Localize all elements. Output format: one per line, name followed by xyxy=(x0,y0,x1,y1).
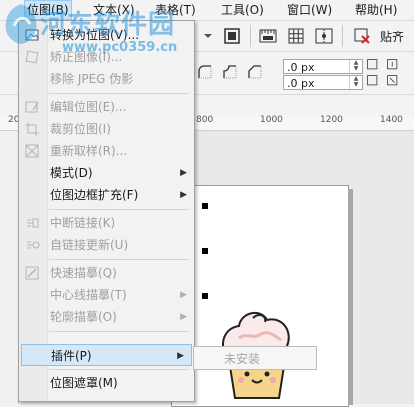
offset-y-value: .0 px xyxy=(287,77,315,90)
watermark-title: 河东软件园 xyxy=(40,10,176,40)
no-snap-icon[interactable] xyxy=(352,26,372,46)
offset-x-value: .0 px xyxy=(287,61,315,74)
selection-handle[interactable] xyxy=(202,293,208,299)
watermark-logo-icon xyxy=(5,4,37,44)
plugins-submenu: 未安装 xyxy=(193,346,317,370)
submenu-arrow-icon: ▶ xyxy=(180,312,187,322)
update-link-icon xyxy=(24,237,40,253)
menu-item-resample[interactable]: 重新取样(R)... xyxy=(19,140,194,162)
submenu-arrow-icon: ▶ xyxy=(180,168,187,178)
menu-help[interactable]: 帮助(H) xyxy=(355,2,397,18)
snap-to-label[interactable]: 贴齐 xyxy=(380,28,404,45)
menu-separator xyxy=(49,209,189,210)
menu-item-bitmap-mask[interactable]: 位图遮罩(M) xyxy=(19,372,194,394)
selection-handle[interactable] xyxy=(202,248,208,254)
edit-bitmap-icon xyxy=(24,99,40,115)
menu-tools[interactable]: 工具(O) xyxy=(221,2,264,18)
guidelines-icon[interactable] xyxy=(314,26,334,46)
menu-separator xyxy=(49,259,189,260)
menu-item-mode[interactable]: 模式(D) ▶ xyxy=(19,162,194,184)
menu-item-remove-jpeg-artifacts[interactable]: 移除 JPEG 伪影 xyxy=(19,68,194,90)
ruler-tick: 1200 xyxy=(320,115,343,125)
corner-bl-icon[interactable] xyxy=(366,74,384,92)
spinner-arrows-icon[interactable]: ▲ ▼ xyxy=(349,76,362,89)
ruler-tick: 800 xyxy=(196,115,214,125)
menu-separator xyxy=(49,93,189,94)
resample-icon xyxy=(24,143,40,159)
menu-item-outline-trace[interactable]: 轮廓描摹(O) ▶ xyxy=(19,306,194,328)
crop-bitmap-icon xyxy=(24,121,40,137)
toolbox[interactable] xyxy=(0,131,19,404)
full-screen-icon[interactable] xyxy=(222,26,242,46)
round-corner-icon[interactable] xyxy=(196,63,214,81)
chamfered-corner-icon[interactable] xyxy=(246,63,264,81)
offset-y-input[interactable]: .0 px ▲ ▼ xyxy=(283,75,363,90)
selection-handle[interactable] xyxy=(202,203,208,209)
menu-item-update-from-link[interactable]: 自链接更新(U) xyxy=(19,234,194,256)
watermark-url: www.pc0359.cn xyxy=(62,40,178,55)
rulers-icon[interactable] xyxy=(258,26,278,46)
ruler-tick: 1000 xyxy=(260,115,283,125)
ruler-tick: 1400 xyxy=(380,115,403,125)
page-shadow xyxy=(348,189,353,405)
submenu-arrow-icon: ▶ xyxy=(180,290,187,300)
straighten-image-icon xyxy=(24,49,40,65)
submenu-item-not-installed[interactable]: 未安装 xyxy=(224,350,260,367)
menu-separator xyxy=(49,369,189,370)
document-page[interactable] xyxy=(171,185,349,407)
bitmap-menu: 转换为位图(V)... 矫正图像(I)... 移除 JPEG 伪影 编辑位图(E… xyxy=(18,20,195,402)
spinner-arrows-icon[interactable]: ▲ ▼ xyxy=(349,60,362,73)
quick-trace-icon xyxy=(24,265,40,281)
dropdown-arrow-icon[interactable] xyxy=(198,26,212,46)
menu-window[interactable]: 窗口(W) xyxy=(287,2,332,18)
relative-corner-icon[interactable] xyxy=(386,74,404,92)
menu-item-centerline-trace[interactable]: 中心线描摹(T) ▶ xyxy=(19,284,194,306)
menu-item-bitmap-border-expand[interactable]: 位图边框扩充(F) ▶ xyxy=(19,184,194,206)
break-link-icon xyxy=(24,215,40,231)
menu-item-plugins[interactable]: 插件(P) ▶ xyxy=(21,344,192,366)
scalloped-corner-icon[interactable] xyxy=(221,63,239,81)
menu-item-crop-bitmap[interactable]: 裁剪位图(I) xyxy=(19,118,194,140)
menu-separator xyxy=(49,331,189,332)
menu-item-quick-trace[interactable]: 快速描摹(Q) xyxy=(19,262,194,284)
submenu-arrow-icon: ▶ xyxy=(177,351,184,361)
menu-item-edit-bitmap[interactable]: 编辑位图(E)... xyxy=(19,96,194,118)
menu-item-break-link[interactable]: 中断链接(K) xyxy=(19,212,194,234)
submenu-arrow-icon: ▶ xyxy=(180,190,187,200)
grid-icon[interactable] xyxy=(286,26,306,46)
offset-x-input[interactable]: .0 px ▲ ▼ xyxy=(283,59,363,74)
